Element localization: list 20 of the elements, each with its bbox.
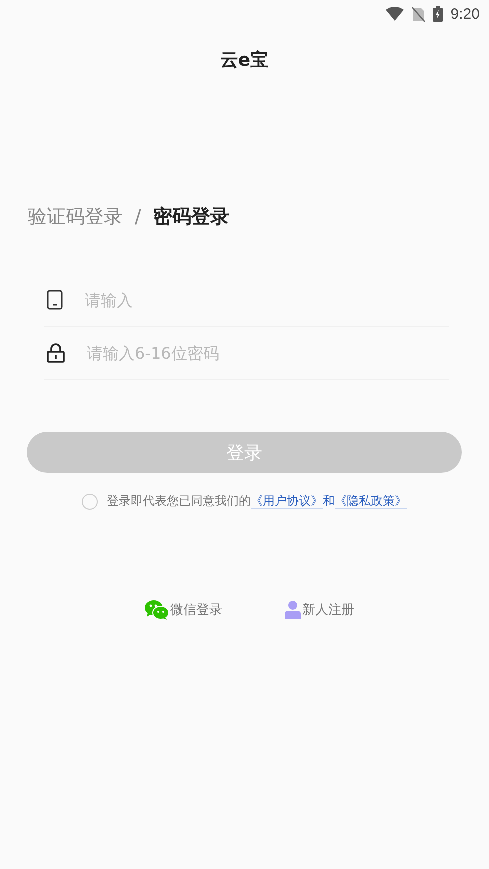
person-icon: [284, 601, 300, 619]
agreement-radio[interactable]: [82, 494, 98, 510]
no-sim-icon: [412, 6, 425, 22]
phone-icon: [47, 290, 63, 310]
wifi-icon: [386, 7, 404, 21]
register-link[interactable]: 新人注册: [284, 600, 354, 620]
battery-icon: [432, 6, 443, 22]
login-tab[interactable]: 密码登录: [153, 204, 230, 230]
wechat-icon: [144, 600, 168, 620]
policy-link[interactable]: 《隐私政策》: [335, 494, 407, 509]
input-field[interactable]: 请输入: [83, 290, 449, 310]
app-title: 云e宝: [220, 49, 269, 72]
lock-icon: [47, 343, 65, 363]
status-time: 9:20: [450, 6, 480, 22]
input-field[interactable]: 请输入6-16位密码: [85, 342, 449, 364]
policy-link[interactable]: 《用户协议》: [251, 494, 323, 509]
login-tab[interactable]: 验证码登录: [28, 204, 123, 230]
agreement-text: 登录即代表您已同意我们的《用户协议》和《隐私政策》: [107, 493, 407, 510]
tab-separator: /: [135, 206, 142, 228]
wechat-login-link[interactable]: 微信登录: [144, 600, 222, 620]
